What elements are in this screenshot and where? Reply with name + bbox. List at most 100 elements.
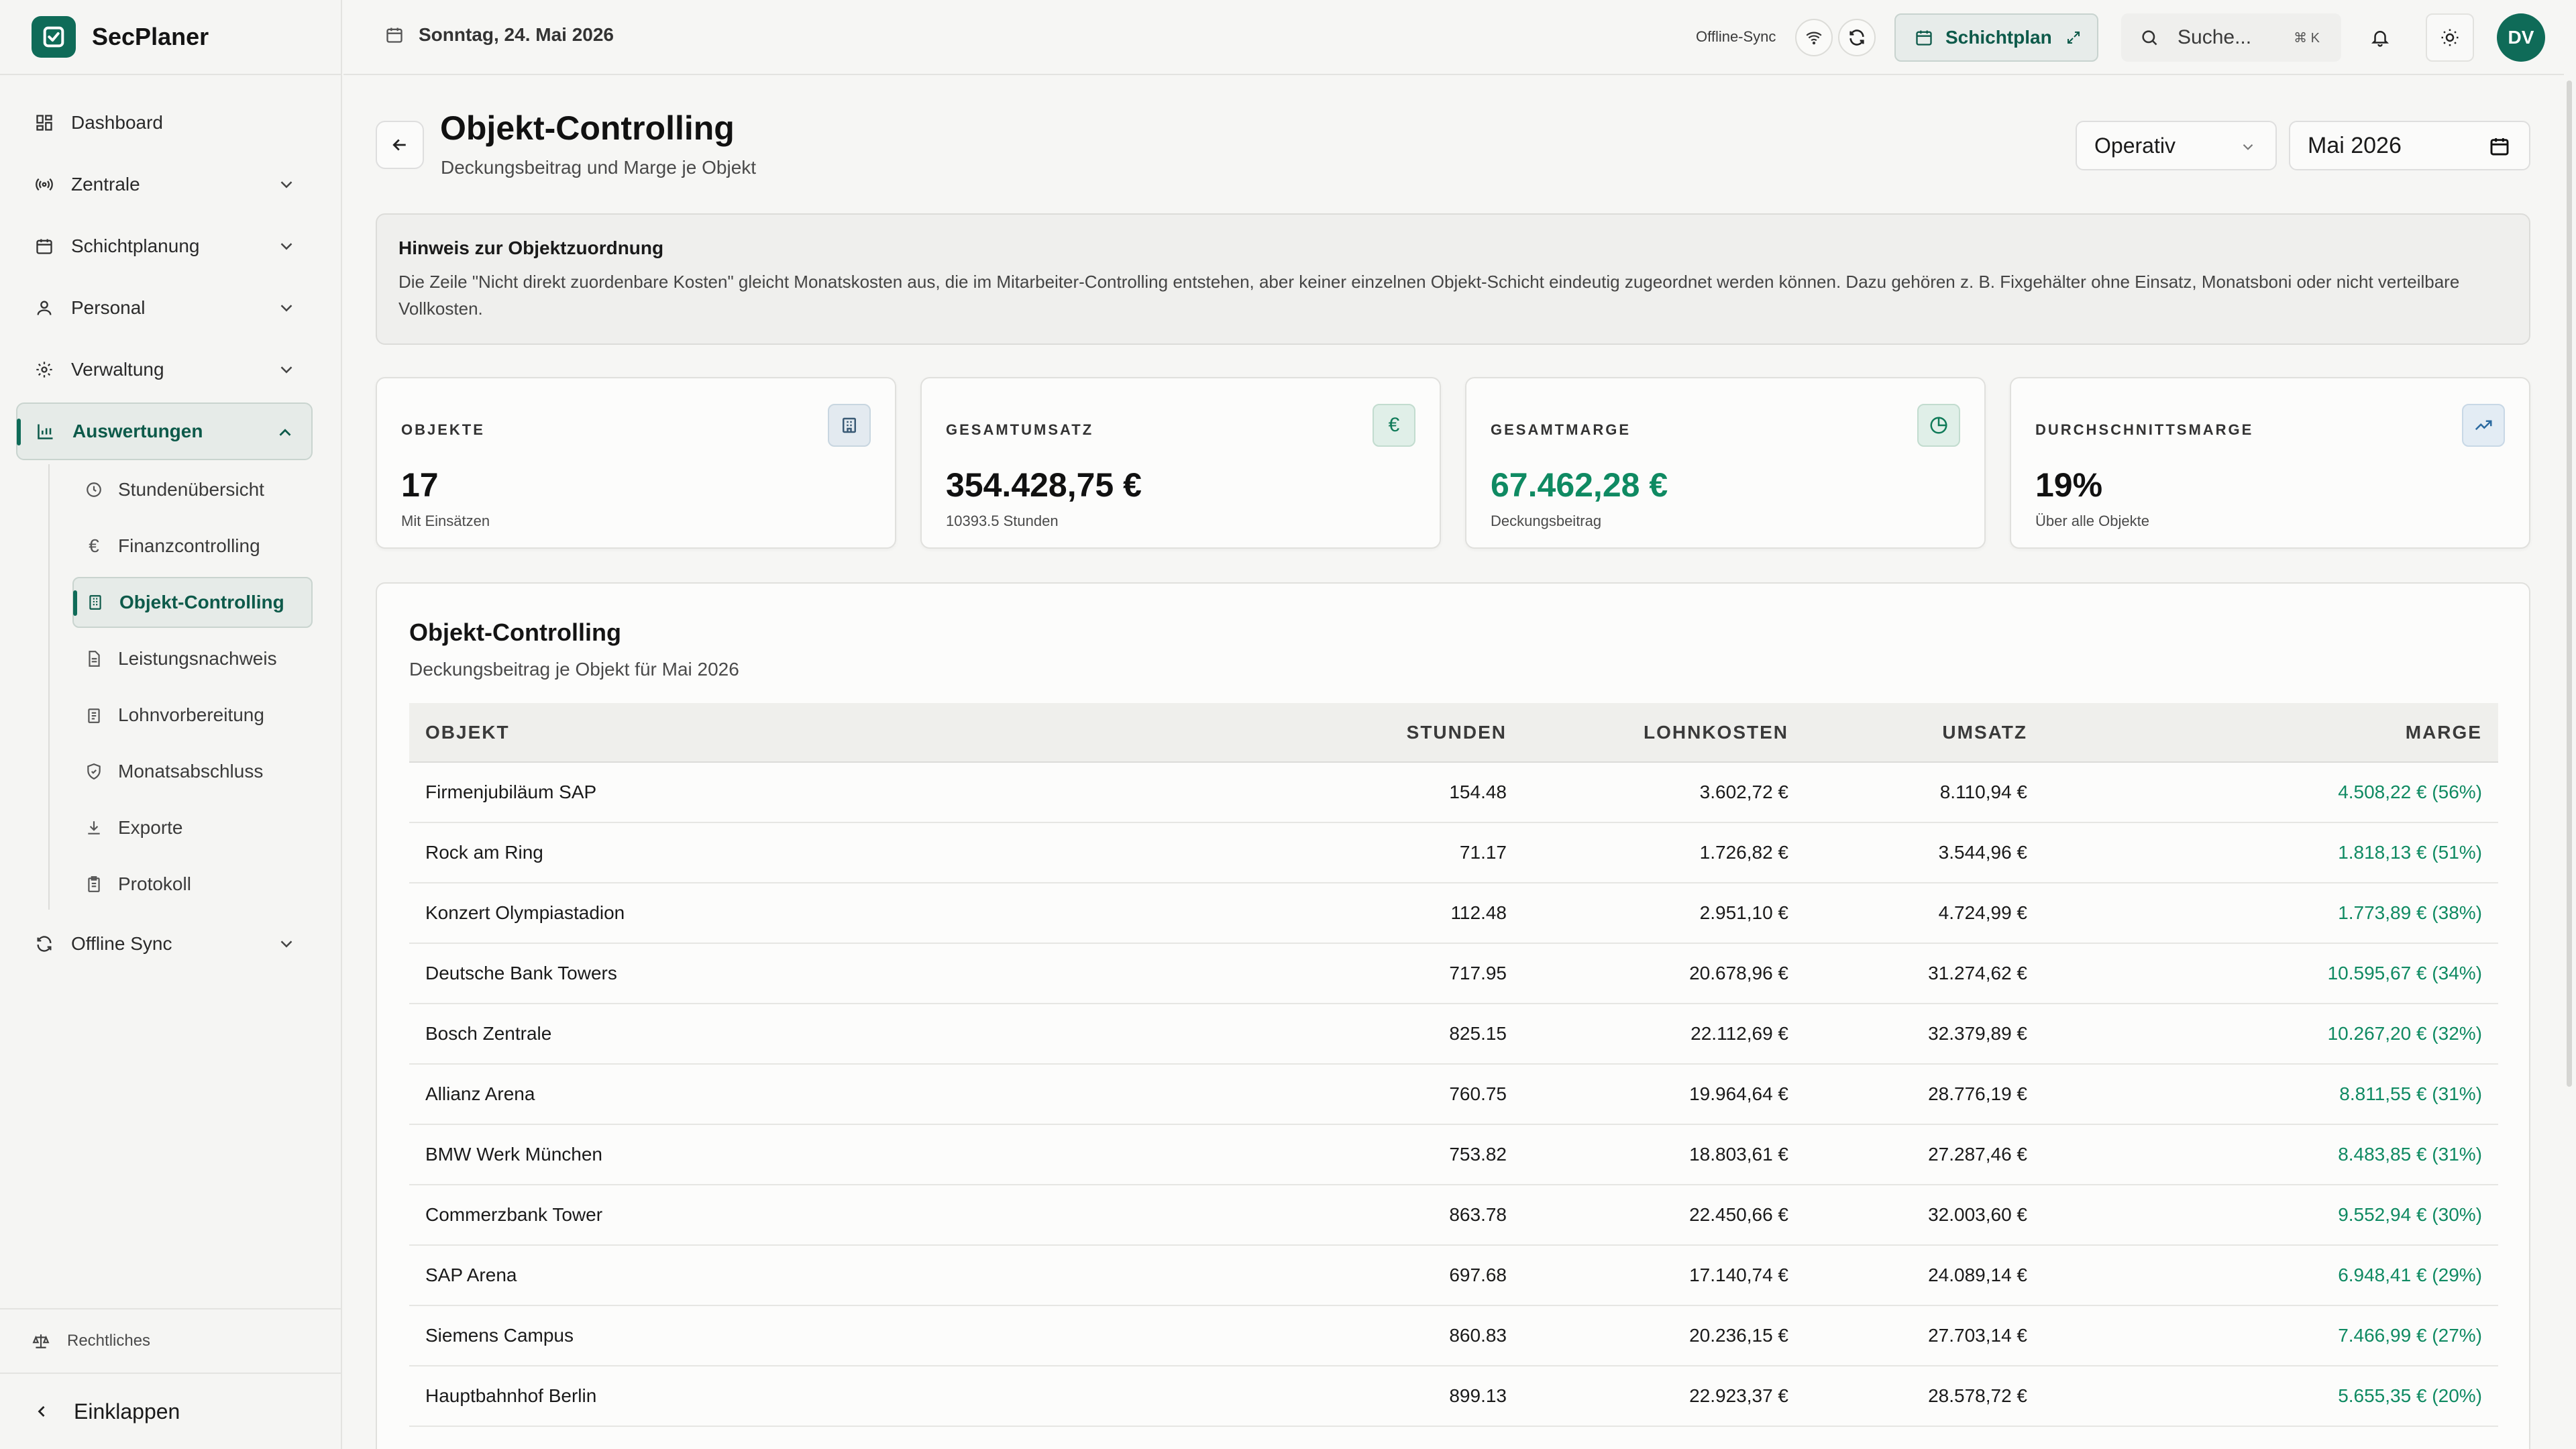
sidebar-subitem-exporte[interactable]: Exporte xyxy=(72,802,313,853)
euro-icon: € xyxy=(1373,404,1415,447)
cell-stunden: 760.75 xyxy=(1449,1083,1507,1104)
page-subtitle: Deckungsbeitrag und Marge je Objekt xyxy=(441,157,757,178)
sidebar-item-dashboard[interactable]: Dashboard xyxy=(16,94,313,152)
theme-toggle-button[interactable] xyxy=(2426,13,2474,62)
column-header-objekt[interactable]: OBJEKT xyxy=(409,703,1174,763)
calendar-icon xyxy=(2489,136,2510,157)
sidebar-subitem-stundenuebersicht[interactable]: Stundenübersicht xyxy=(72,464,313,515)
cell-stunden: 71.17 xyxy=(1459,842,1507,863)
main-nav: Dashboard Zentrale Schichtplanung Person… xyxy=(16,94,313,977)
sidebar-item-label: Verwaltung xyxy=(71,359,164,380)
cell-stunden: 717.95 xyxy=(1449,963,1507,983)
current-date: Sonntag, 24. Mai 2026 xyxy=(385,24,614,46)
cell-marge: 1.818,13 € (51%) xyxy=(2338,842,2482,863)
building-icon xyxy=(86,593,105,612)
column-header-lohnkosten[interactable]: LOHNKOSTEN xyxy=(1523,703,1805,763)
cell-marge: 8.483,85 € (31%) xyxy=(2338,1144,2482,1165)
column-header-marge[interactable]: MARGE xyxy=(2043,703,2498,763)
user-icon xyxy=(34,297,55,319)
table-row[interactable]: SAP Arena 697.68 17.140,74 € 24.089,14 € 6.9… xyxy=(409,1245,2498,1305)
cell-stunden: 825.15 xyxy=(1449,1023,1507,1044)
sidebar-item-auswertungen[interactable]: Auswertungen xyxy=(16,402,313,460)
sidebar-item-schichtplanung[interactable]: Schichtplanung xyxy=(16,217,313,275)
scrollbar-thumb[interactable] xyxy=(2567,80,2572,1087)
table-row[interactable]: Commerzbank Tower 863.78 22.450,66 € 32.003… xyxy=(409,1185,2498,1245)
table-row[interactable]: BMW Werk München 753.82 18.803,61 € 27.287,… xyxy=(409,1124,2498,1185)
sidebar-subitem-monatsabschluss[interactable]: Monatsabschluss xyxy=(72,746,313,797)
table-row[interactable]: Firmenjubiläum SAP 154.48 3.602,72 € 8.110,… xyxy=(409,762,2498,822)
app-logo-icon xyxy=(32,16,76,58)
table-row[interactable]: Bosch Zentrale 825.15 22.112,69 € 32.379,89… xyxy=(409,1004,2498,1064)
download-icon xyxy=(85,818,103,837)
cell-stunden: 899.13 xyxy=(1449,1385,1507,1406)
brand[interactable]: SecPlaner xyxy=(0,0,341,75)
sidebar-item-verwaltung[interactable]: Verwaltung xyxy=(16,341,313,398)
cell-objekt: SAP Arena xyxy=(425,1265,517,1285)
cell-umsatz: 27.703,14 € xyxy=(1928,1325,2027,1346)
cell-marge: 4.508,22 € (56%) xyxy=(2338,782,2482,802)
table-title: Objekt-Controlling xyxy=(409,619,621,646)
kpi-value: 67.462,28 € xyxy=(1491,466,1668,504)
avatar[interactable]: DV xyxy=(2497,13,2545,62)
table-row[interactable]: Konzert Olympiastadion 112.48 2.951,10 € 4.… xyxy=(409,883,2498,943)
chevron-down-icon xyxy=(276,360,297,380)
collapse-sidebar-button[interactable]: Einklappen xyxy=(0,1373,342,1449)
euro-icon: € xyxy=(89,535,99,556)
shield-check-icon xyxy=(85,762,103,781)
cell-stunden: 154.48 xyxy=(1449,782,1507,802)
sidebar-item-label: Schichtplanung xyxy=(71,235,200,256)
sidebar-subitem-label: Finanzcontrolling xyxy=(118,535,260,556)
cell-lohnkosten: 2.951,10 € xyxy=(1699,902,1788,923)
cell-objekt: BMW Werk München xyxy=(425,1144,602,1165)
kpi-sub: Über alle Objekte xyxy=(2035,513,2149,529)
table-row[interactable]: Hauptbahnhof Berlin 899.13 22.923,37 € 28.5… xyxy=(409,1366,2498,1426)
table-row[interactable]: Allianz Arena 760.75 19.964,64 € 28.776,19 … xyxy=(409,1064,2498,1124)
sync-button[interactable] xyxy=(1838,19,1876,56)
notice-text: Die Zeile "Nicht direkt zuordenbare Kost… xyxy=(398,272,2460,319)
sidebar-subitem-label: Objekt-Controlling xyxy=(119,592,284,612)
back-button[interactable] xyxy=(376,121,424,169)
sidebar-item-offline-sync[interactable]: Offline Sync xyxy=(16,915,313,973)
table-row[interactable]: Rock am Ring 71.17 1.726,82 € 3.544,96 € 1.8… xyxy=(409,822,2498,883)
sidebar-subitem-objekt-controlling[interactable]: Objekt-Controlling xyxy=(72,577,313,628)
radio-icon xyxy=(34,174,55,195)
wifi-status-button[interactable] xyxy=(1795,19,1833,56)
cell-marge: 6.948,41 € (29%) xyxy=(2338,1265,2482,1285)
mode-select[interactable]: Operativ xyxy=(2076,121,2277,170)
cell-umsatz: 31.274,62 € xyxy=(1928,963,2027,983)
cell-objekt: Firmenjubiläum SAP xyxy=(425,782,597,802)
cell-marge: 9.552,94 € (30%) xyxy=(2338,1204,2482,1225)
cell-objekt: Deutsche Bank Towers xyxy=(425,963,617,983)
schichtplan-button[interactable]: Schichtplan xyxy=(1894,13,2098,62)
column-header-stunden[interactable]: STUNDEN xyxy=(1174,703,1523,763)
search-input[interactable]: Suche... ⌘ K xyxy=(2121,13,2341,62)
sidebar: SecPlaner Dashboard Zentrale Schichtplan… xyxy=(0,0,342,1449)
sidebar-subitem-label: Lohnvorbereitung xyxy=(118,704,264,725)
cell-umsatz: 24.089,14 € xyxy=(1928,1265,2027,1285)
notifications-button[interactable] xyxy=(2356,13,2404,62)
cell-umsatz: 28.578,72 € xyxy=(1928,1385,2027,1406)
current-date-label: Sonntag, 24. Mai 2026 xyxy=(419,24,614,45)
sidebar-subitem-finanzcontrolling[interactable]: € Finanzcontrolling xyxy=(72,521,313,572)
clock-icon xyxy=(85,480,103,499)
cell-stunden: 863.78 xyxy=(1449,1204,1507,1225)
sidebar-subitem-protokoll[interactable]: Protokoll xyxy=(72,859,313,910)
assignment-notice: Hinweis zur Objektzuordnung Die Zeile "N… xyxy=(376,213,2530,345)
cell-umsatz: 32.003,60 € xyxy=(1928,1204,2027,1225)
sidebar-subitem-lohnvorbereitung[interactable]: Lohnvorbereitung xyxy=(72,690,313,741)
search-icon xyxy=(2140,28,2159,47)
sidebar-item-zentrale[interactable]: Zentrale xyxy=(16,156,313,213)
sidebar-item-personal[interactable]: Personal xyxy=(16,279,313,337)
sidebar-subitem-leistungsnachweis[interactable]: Leistungsnachweis xyxy=(72,633,313,684)
month-picker[interactable]: Mai 2026 xyxy=(2289,121,2530,170)
table-row[interactable]: Deutsche Bank Towers 717.95 20.678,96 € 31.… xyxy=(409,943,2498,1004)
cell-stunden: 753.82 xyxy=(1449,1144,1507,1165)
kpi-card-gesamtumsatz: GESAMTUMSATZ 354.428,75 € 10393.5 Stunde… xyxy=(920,377,1441,549)
legal-link[interactable]: Rechtliches xyxy=(0,1308,342,1373)
chevron-left-icon xyxy=(32,1402,51,1421)
table-row[interactable]: Siemens Campus 860.83 20.236,15 € 27.703,14… xyxy=(409,1305,2498,1366)
column-header-umsatz[interactable]: UMSATZ xyxy=(1805,703,2043,763)
kpi-card-durchschnittsmarge: DURCHSCHNITTSMARGE 19% Über alle Objekte xyxy=(2010,377,2530,549)
collapse-label: Einklappen xyxy=(74,1399,180,1424)
cell-stunden: 860.83 xyxy=(1449,1325,1507,1346)
